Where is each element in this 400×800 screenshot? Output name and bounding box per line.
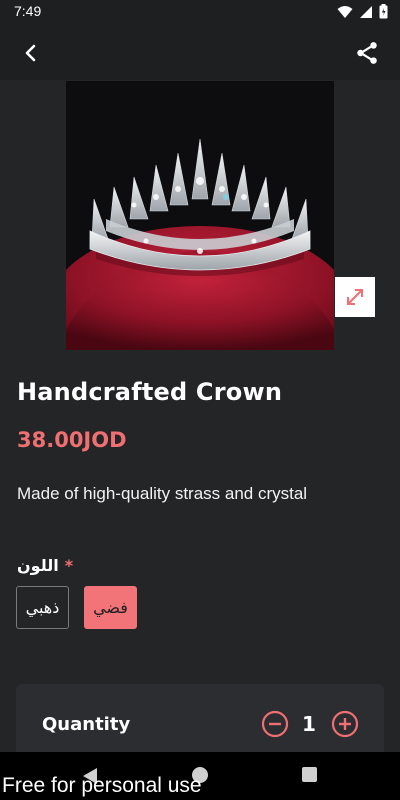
product-price: 38.00JOD xyxy=(17,428,127,452)
share-icon xyxy=(357,42,377,64)
share-button[interactable] xyxy=(354,40,380,66)
color-option-label: اللون * xyxy=(17,556,73,575)
product-image[interactable] xyxy=(66,81,334,350)
color-option-gold-label: ذهبي xyxy=(25,598,60,617)
fullscreen-icon xyxy=(347,289,363,305)
nav-recents-icon[interactable] xyxy=(302,767,317,782)
color-option-silver[interactable]: فضي xyxy=(84,586,137,629)
status-time: 7:49 xyxy=(14,3,42,19)
quantity-increment-button[interactable] xyxy=(331,710,359,738)
signal-icon xyxy=(360,5,372,18)
wifi-icon xyxy=(337,5,353,18)
arrow-back-icon xyxy=(25,44,36,62)
quantity-label: Quantity xyxy=(42,714,131,735)
product-title: Handcrafted Crown xyxy=(17,378,283,406)
color-label-text: اللون xyxy=(17,556,59,575)
battery-icon xyxy=(379,4,388,19)
crown-image xyxy=(66,81,334,350)
back-button[interactable] xyxy=(16,38,46,68)
minus-circle-icon xyxy=(261,710,289,738)
product-description: Made of high-quality strass and crystal xyxy=(17,484,308,503)
status-bar: 7:49 xyxy=(0,0,400,24)
status-icons xyxy=(337,4,388,19)
required-mark: * xyxy=(64,556,74,575)
color-option-gold[interactable]: ذهبي xyxy=(16,586,69,629)
quantity-decrement-button[interactable] xyxy=(261,710,289,738)
color-option-silver-label: فضي xyxy=(93,598,128,617)
watermark-text: Free for personal use xyxy=(2,774,202,797)
expand-image-button[interactable] xyxy=(335,277,375,317)
app-bar xyxy=(0,24,400,80)
plus-circle-icon xyxy=(331,710,359,738)
quantity-value: 1 xyxy=(302,712,316,736)
